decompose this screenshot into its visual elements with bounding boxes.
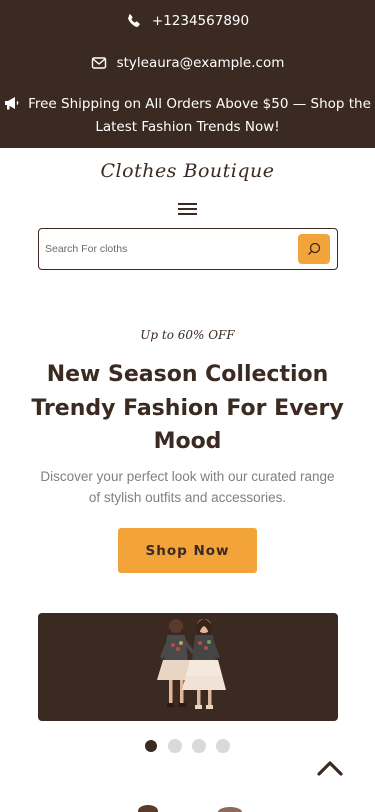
hero-subtext: Discover your perfect look with our cura…	[40, 469, 335, 505]
search-input[interactable]	[45, 237, 295, 261]
chevron-up-icon	[317, 761, 343, 776]
email-contact[interactable]: styleaura@example.com	[0, 52, 375, 74]
hamburger-menu-icon[interactable]	[178, 200, 197, 218]
slider-dots	[144, 739, 230, 753]
hero-section: Up to 60% OFF New Season Collection Tren…	[0, 288, 375, 812]
hero-headline: New Season Collection Trendy Fashion For…	[31, 362, 344, 454]
hero-slide-image[interactable]	[38, 613, 338, 721]
envelope-icon	[91, 55, 107, 71]
search-icon	[308, 242, 321, 255]
scroll-to-top-button[interactable]	[314, 756, 346, 780]
slider-dot-4[interactable]	[216, 739, 230, 753]
hero-tagline: Up to 60% OFF	[140, 328, 235, 342]
phone-number: +1234567890	[151, 13, 250, 29]
top-info-bar: +1234567890 styleaura@example.com Free S…	[0, 0, 375, 148]
slider-dot-1[interactable]	[144, 739, 158, 753]
brand-logo[interactable]: Clothes Boutique	[0, 160, 375, 182]
megaphone-icon	[4, 95, 20, 110]
shop-now-button[interactable]: Shop Now	[118, 528, 257, 573]
search-button[interactable]	[298, 234, 330, 264]
next-section-peek	[130, 798, 250, 812]
site-header: Clothes Boutique	[0, 148, 375, 288]
slider-dot-2[interactable]	[168, 739, 182, 753]
promo-text: Free Shipping on All Orders Above $50 — …	[28, 96, 371, 135]
promo-banner: Free Shipping on All Orders Above $50 — …	[0, 93, 375, 139]
two-women-illustration	[157, 618, 226, 709]
slider-dot-3[interactable]	[192, 739, 206, 753]
search-bar	[38, 228, 338, 270]
email-address: styleaura@example.com	[116, 55, 285, 71]
phone-icon	[126, 13, 142, 29]
phone-contact[interactable]: +1234567890	[0, 10, 375, 32]
